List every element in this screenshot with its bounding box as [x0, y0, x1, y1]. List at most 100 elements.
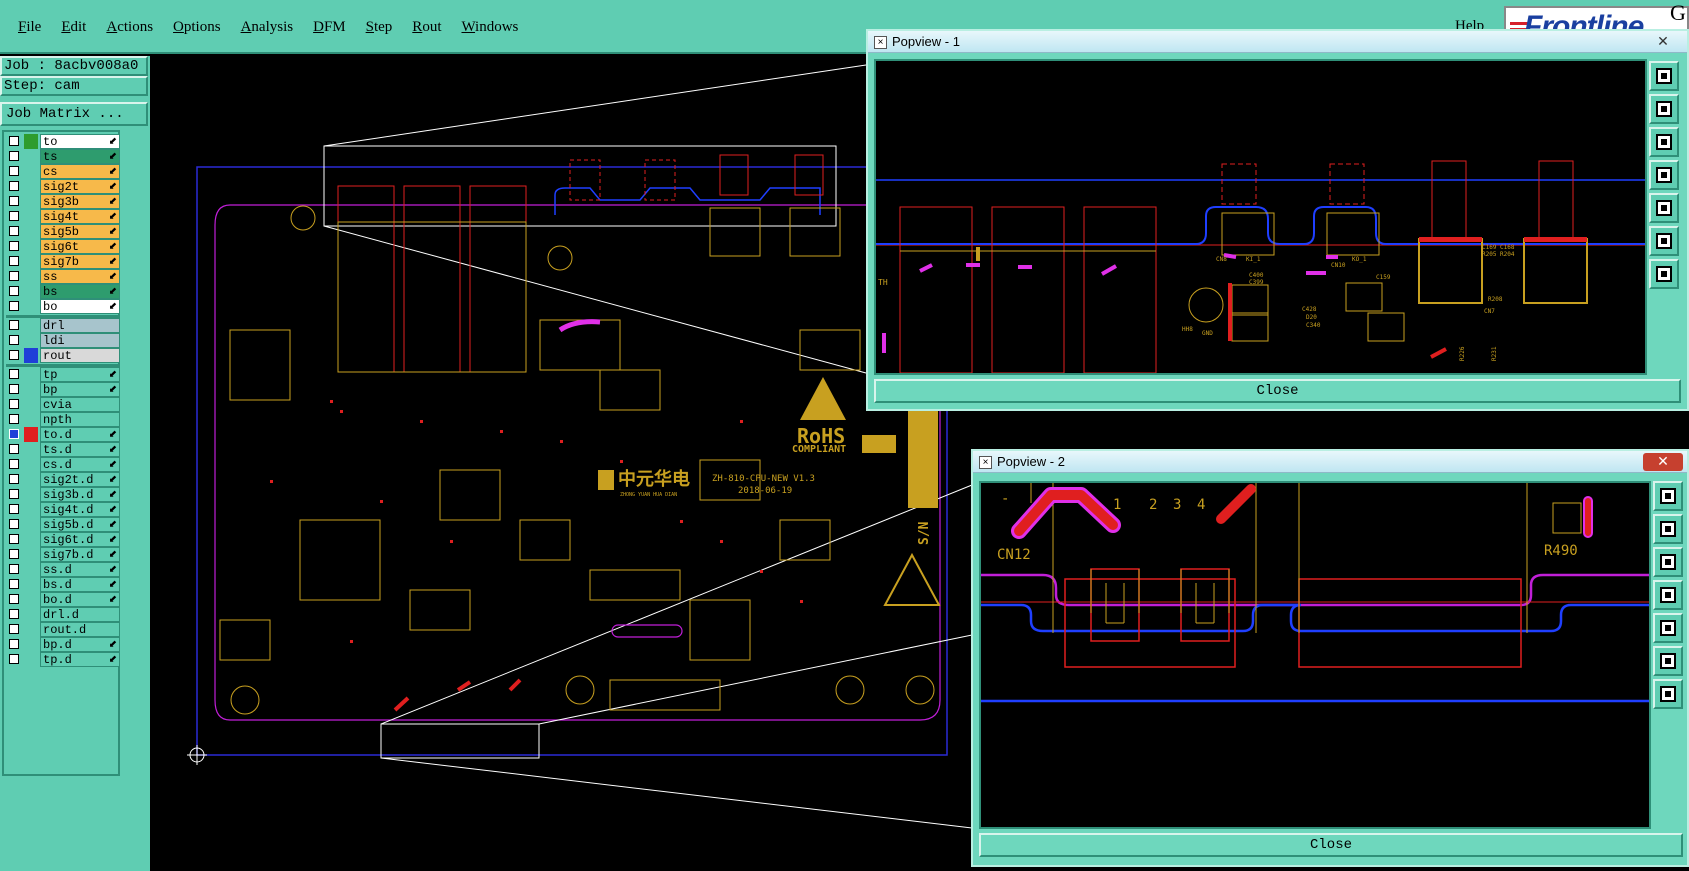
popview-1-close-button[interactable]: Close	[874, 379, 1681, 403]
layer-checkbox[interactable]	[9, 286, 19, 296]
layer-name[interactable]: sig6t.d ⬋	[40, 532, 120, 547]
popview-1-close-x-icon[interactable]: ✕	[1643, 33, 1683, 51]
layer-name[interactable]: sig5b ⬋	[40, 224, 120, 239]
layer-checkbox[interactable]	[9, 489, 19, 499]
layer-name[interactable]: sig3b.d ⬋	[40, 487, 120, 502]
layer-checkbox[interactable]	[9, 369, 19, 379]
layer-checkbox[interactable]	[9, 624, 19, 634]
layer-checkbox[interactable]	[9, 444, 19, 454]
pv1-pan-right-icon[interactable]	[1649, 193, 1679, 223]
layer-checkbox[interactable]	[9, 151, 19, 161]
layer-name[interactable]: cs ⬋	[40, 164, 120, 179]
popview-2-close-button[interactable]: Close	[979, 833, 1683, 857]
layer-checkbox[interactable]	[9, 241, 19, 251]
layer-name[interactable]: bp.d ⬋	[40, 637, 120, 652]
layer-name[interactable]: bp ⬋	[40, 382, 120, 397]
layer-checkbox[interactable]	[9, 399, 19, 409]
layer-row-ldi[interactable]: ldi	[6, 333, 120, 348]
layer-name[interactable]: sig4t ⬋	[40, 209, 120, 224]
layer-name[interactable]: rout.d	[40, 622, 120, 637]
layer-row-bs[interactable]: bs ⬋	[6, 284, 120, 299]
layer-row-ss[interactable]: ss ⬋	[6, 269, 120, 284]
pv2-pan-up-icon[interactable]	[1653, 514, 1683, 544]
menu-edit[interactable]: Edit	[51, 19, 96, 36]
layer-checkbox[interactable]	[9, 429, 19, 439]
layer-name[interactable]: drl	[40, 318, 120, 333]
pv1-pan-up-icon[interactable]	[1649, 94, 1679, 124]
popview-1-titlebar[interactable]: × Popview - 1 ✕	[868, 31, 1687, 53]
layer-row-drl-d[interactable]: drl.d	[6, 607, 120, 622]
layer-checkbox[interactable]	[9, 226, 19, 236]
layer-name[interactable]: ss ⬋	[40, 269, 120, 284]
layer-name[interactable]: bo.d ⬋	[40, 592, 120, 607]
layer-name[interactable]: sig5b.d ⬋	[40, 517, 120, 532]
layer-name[interactable]: ldi	[40, 333, 120, 348]
popview-2-titlebar[interactable]: × Popview - 2 ✕	[973, 451, 1687, 473]
layer-name[interactable]: sig3b ⬋	[40, 194, 120, 209]
pv2-zoom-in-icon[interactable]	[1653, 481, 1683, 511]
job-matrix-button[interactable]: Job Matrix ...	[0, 102, 148, 126]
menu-options[interactable]: Options	[163, 19, 231, 36]
layer-checkbox[interactable]	[9, 459, 19, 469]
layer-name[interactable]: bs ⬋	[40, 284, 120, 299]
layer-name[interactable]: to.d ⬋	[40, 427, 120, 442]
layer-checkbox[interactable]	[9, 504, 19, 514]
layer-checkbox[interactable]	[9, 519, 19, 529]
layer-row-tp-d[interactable]: tp.d ⬋	[6, 652, 120, 667]
layer-name[interactable]: drl.d	[40, 607, 120, 622]
layer-checkbox[interactable]	[9, 166, 19, 176]
layer-name[interactable]: sig2t ⬋	[40, 179, 120, 194]
layer-checkbox[interactable]	[9, 301, 19, 311]
layer-checkbox[interactable]	[9, 384, 19, 394]
layer-name[interactable]: bs.d ⬋	[40, 577, 120, 592]
layer-row-ts[interactable]: ts ⬋	[6, 149, 120, 164]
pv1-zoom-in-icon[interactable]	[1649, 61, 1679, 91]
layer-checkbox[interactable]	[9, 136, 19, 146]
layer-name[interactable]: bo ⬋	[40, 299, 120, 314]
layer-row-to-d[interactable]: to.d ⬋	[6, 427, 120, 442]
layer-checkbox[interactable]	[9, 196, 19, 206]
pv1-zoom-home-icon[interactable]	[1649, 259, 1679, 289]
layer-name[interactable]: ss.d ⬋	[40, 562, 120, 577]
layer-row-cvia[interactable]: cvia	[6, 397, 120, 412]
layer-name[interactable]: sig7b.d ⬋	[40, 547, 120, 562]
layer-row-sig5b[interactable]: sig5b ⬋	[6, 224, 120, 239]
layer-name[interactable]: to ⬋	[40, 134, 120, 149]
layer-row-rout-d[interactable]: rout.d	[6, 622, 120, 637]
layer-row-rout[interactable]: rout	[6, 348, 120, 363]
pv1-pan-left-icon[interactable]	[1649, 160, 1679, 190]
layer-row-ts-d[interactable]: ts.d ⬋	[6, 442, 120, 457]
layer-checkbox[interactable]	[9, 320, 19, 330]
pv1-zoom-fit-icon[interactable]	[1649, 226, 1679, 256]
menu-file[interactable]: File	[8, 19, 51, 36]
layer-checkbox[interactable]	[9, 414, 19, 424]
layer-row-cs-d[interactable]: cs.d ⬋	[6, 457, 120, 472]
pv2-zoom-fit-icon[interactable]	[1653, 646, 1683, 676]
layer-name[interactable]: sig7b ⬋	[40, 254, 120, 269]
layer-checkbox[interactable]	[9, 654, 19, 664]
layer-checkbox[interactable]	[9, 609, 19, 619]
layer-checkbox[interactable]	[9, 639, 19, 649]
layer-checkbox[interactable]	[9, 271, 19, 281]
layer-checkbox[interactable]	[9, 474, 19, 484]
layer-row-tp[interactable]: tp ⬋	[6, 367, 120, 382]
layer-row-bp[interactable]: bp ⬋	[6, 382, 120, 397]
layer-checkbox[interactable]	[9, 350, 19, 360]
layer-row-sig5b-d[interactable]: sig5b.d ⬋	[6, 517, 120, 532]
pv2-pan-right-icon[interactable]	[1653, 613, 1683, 643]
menu-actions[interactable]: Actions	[96, 19, 163, 36]
pv2-zoom-home-icon[interactable]	[1653, 679, 1683, 709]
layer-name[interactable]: ts ⬋	[40, 149, 120, 164]
layer-checkbox[interactable]	[9, 579, 19, 589]
layer-name[interactable]: tp ⬋	[40, 367, 120, 382]
popview-2-close-x-icon[interactable]: ✕	[1643, 453, 1683, 471]
layer-name[interactable]: sig4t.d ⬋	[40, 502, 120, 517]
layer-row-bp-d[interactable]: bp.d ⬋	[6, 637, 120, 652]
layer-name[interactable]: cs.d ⬋	[40, 457, 120, 472]
layer-checkbox[interactable]	[9, 256, 19, 266]
layer-name[interactable]: sig2t.d ⬋	[40, 472, 120, 487]
layer-checkbox[interactable]	[9, 534, 19, 544]
layer-name[interactable]: cvia	[40, 397, 120, 412]
menu-windows[interactable]: Windows	[451, 19, 528, 36]
pv1-pan-down-icon[interactable]	[1649, 127, 1679, 157]
